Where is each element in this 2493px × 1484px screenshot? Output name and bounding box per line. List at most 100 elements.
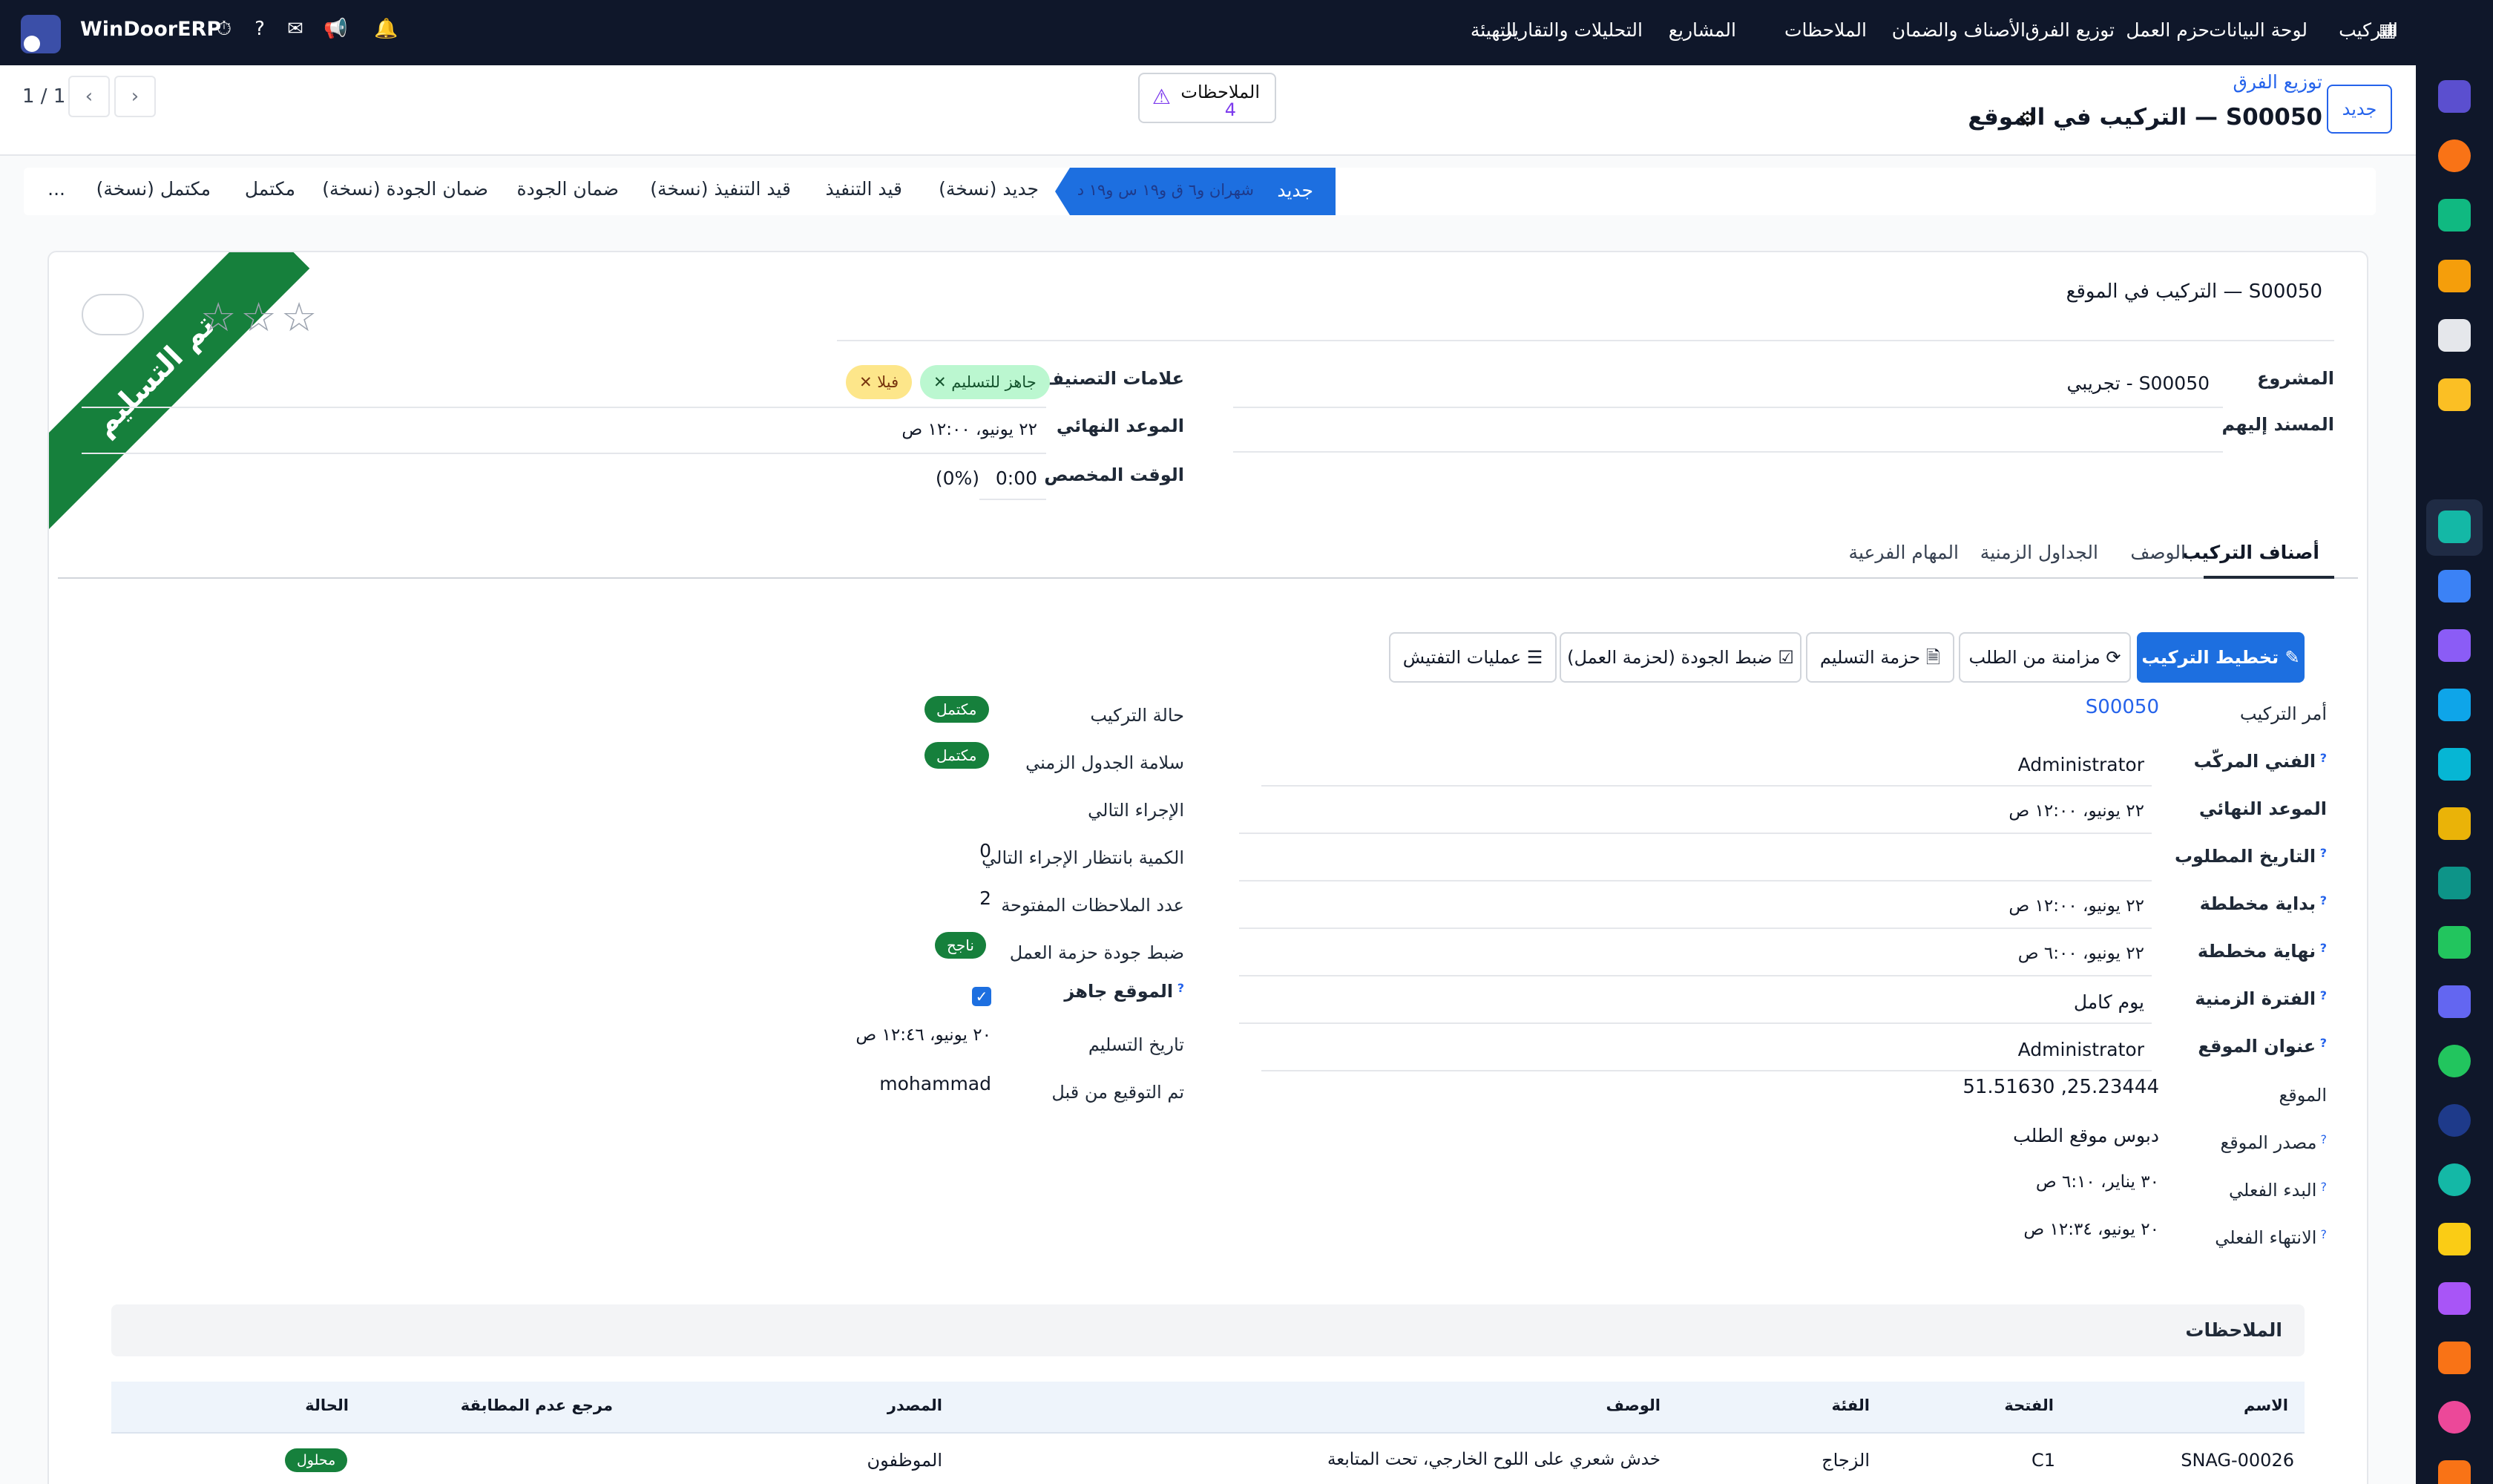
pencil-icon: ✎ [2285,647,2300,668]
col-source[interactable]: المصدر [887,1396,942,1414]
menu-snags[interactable]: الملاحظات [1784,19,1867,41]
site-ready-checkbox[interactable]: ✓ [972,987,991,1006]
location-label: الموقع [2279,1085,2328,1106]
planned-end-value[interactable]: ٢٢ يونيو، ٦:٠٠ ص [2018,944,2144,963]
allocated-time-value[interactable]: 0:00 [996,467,1037,489]
clock-icon[interactable]: ⏱ [212,18,236,41]
planned-start-value[interactable]: ٢٢ يونيو، ١٢:٠٠ ص [2008,896,2144,916]
inspections-button[interactable]: عمليات التفتيش ☰ [1389,632,1557,683]
app-icon-installation[interactable] [2438,510,2471,543]
col-description[interactable]: الوصف [1606,1396,1661,1414]
allocated-underline [979,499,1046,500]
app-icon-inventory[interactable] [2438,319,2471,352]
stage-new-copy[interactable]: جديد (نسخة) [939,178,1039,200]
gear-icon[interactable]: ⚙ [2018,107,2037,131]
app-icon-calendar[interactable] [2438,807,2471,840]
installation-order-link[interactable]: S00050 [2086,696,2159,718]
new-button[interactable]: جديد [2327,85,2392,134]
app-icon-employees[interactable] [2438,748,2471,781]
deadline-value[interactable]: ٢٢ يونيو، ١٢:٠٠ ص [901,420,1037,439]
menu-dashboard[interactable]: لوحة البيانات [2209,19,2308,41]
notes-section-title: الملاحظات [2185,1319,2282,1341]
menu-analytics[interactable]: التحليلات والتقارير [1503,19,1643,41]
deadline2-value[interactable]: ٢٢ يونيو، ١٢:٠٠ ص [2008,801,2144,821]
app-icon-discuss[interactable] [2438,1104,2471,1137]
tab-installation-items[interactable]: أصناف التركيب [2182,542,2319,563]
app-icon-website[interactable] [2438,1163,2471,1196]
tag-remove-icon[interactable]: ✕ [859,373,877,391]
sync-from-order-button[interactable]: مزامنة من الطلب ⟳ [1959,632,2131,683]
app-icon-knowledge[interactable] [2438,570,2471,603]
menu-team-dispatch[interactable]: توزيع الفرق [2025,19,2115,41]
help-icon[interactable]: ? [248,18,272,40]
stage-active-label: جديد [1277,180,1313,201]
planned-end-label: نهاية مخططة ? [2197,941,2327,962]
app-icon-sign[interactable] [2438,867,2471,899]
app-icon-contacts-card[interactable] [2438,926,2471,959]
app-icon-m[interactable] [2438,80,2471,113]
tab-timesheets[interactable]: الجداول الزمنية [1980,542,2098,563]
app-icon-accounting[interactable] [2438,199,2471,232]
whatsapp-icon[interactable] [2438,1045,2471,1077]
bell-icon[interactable]: 🔔 [374,18,398,40]
chat-icon[interactable]: ✉ [283,18,307,40]
notes-smart-button[interactable]: الملاحظات 4 ⚠ [1138,73,1276,123]
stage-qa[interactable]: ضمان الجودة [517,178,619,200]
notes-count: 4 [1224,99,1236,120]
delivery-pack-button[interactable]: حزمة التسليم 🗎 [1806,632,1954,683]
col-ncr-ref[interactable]: مرجع عدم المطابقة [461,1396,613,1414]
menu-configuration[interactable]: التهيئة [1471,19,1517,41]
col-name[interactable]: الاسم [2244,1396,2288,1414]
brand-logo[interactable] [21,15,61,53]
app-icon-reports[interactable] [2438,260,2471,292]
menu-items-warranty[interactable]: الأصناف والضمان [1892,19,2026,41]
megaphone-icon[interactable]: 📢 [323,18,347,40]
tab-description[interactable]: الوصف [2130,542,2186,563]
stage-more[interactable]: ... [47,178,65,200]
breadcrumb-parent[interactable]: توزيع الفرق [2233,71,2322,93]
stage-done-copy[interactable]: مكتمل (نسخة) [96,178,211,200]
menu-projects[interactable]: المشاريع [1669,19,1736,41]
app-icon-contacts[interactable] [2438,378,2471,411]
tab-subtasks[interactable]: المهام الفرعية [1849,542,1959,563]
prev-page-button[interactable]: ‹ [68,76,110,117]
signed-by-label: تم التوقيع من قبل [1051,1082,1184,1103]
tabs-divider [58,577,2358,579]
app-icon-settings[interactable] [2438,1460,2471,1484]
pager-value[interactable]: 1 / 1 [22,85,65,108]
app-icon-purchase[interactable] [2438,629,2471,662]
plan-installation-button[interactable]: تخطيط التركيب ✎ [2137,632,2305,683]
tag-ready-for-delivery[interactable]: ✕ جاهز للتسليم [920,365,1050,399]
app-icon-field-service[interactable] [2438,1401,2471,1434]
next-page-button[interactable]: › [114,76,156,117]
site-address-value[interactable]: Administrator [2018,1039,2144,1060]
priority-stars[interactable]: ☆☆☆ [200,294,321,341]
project-value[interactable]: تجريبي - S00050 [2066,372,2210,394]
task-name[interactable]: التركيب في الموقع — S00050 [2066,280,2322,303]
stage-qa-copy[interactable]: ضمان الجودة (نسخة) [322,178,488,200]
stage-active[interactable]: جديد شهران و٦ ق و١٩ س و١٩ د [1055,168,1336,215]
tags-underline [82,407,1046,408]
col-category[interactable]: الفئة [1831,1396,1870,1414]
app-icon-modules[interactable] [2438,1342,2471,1374]
menu-installation[interactable]: التركيب [2339,19,2398,41]
stage-in-progress[interactable]: قيد التنفيذ [825,178,902,200]
app-icon-dashboards[interactable] [2438,985,2471,1018]
quality-control-button[interactable]: ضبط الجودة (لحزمة العمل) ☑ [1560,632,1801,683]
open-snags-label: عدد الملاحظات المفتوحة [1001,895,1184,916]
col-status[interactable]: الحالة [305,1396,349,1414]
app-icon-planning[interactable] [2438,1282,2471,1315]
col-opening[interactable]: الفتحة [2004,1396,2054,1414]
app-icon-chat[interactable] [2438,139,2471,172]
next-action-label: الإجراء التالي [1088,800,1184,821]
menu-work-packages[interactable]: حزم العمل [2126,19,2210,41]
tag-villa[interactable]: ✕ فيلا [846,365,913,399]
time-slot-value[interactable]: يوم كامل [2074,991,2144,1013]
app-icon-telegram[interactable] [2438,1223,2471,1255]
app-icon-invoicing[interactable] [2438,689,2471,721]
installer-value[interactable]: Administrator [2018,754,2144,775]
stage-in-progress-copy[interactable]: قيد التنفيذ (نسخة) [650,178,791,200]
language-button[interactable] [82,294,144,335]
stage-done[interactable]: مكتمل [245,178,295,200]
tag-remove-icon[interactable]: ✕ [933,373,951,391]
